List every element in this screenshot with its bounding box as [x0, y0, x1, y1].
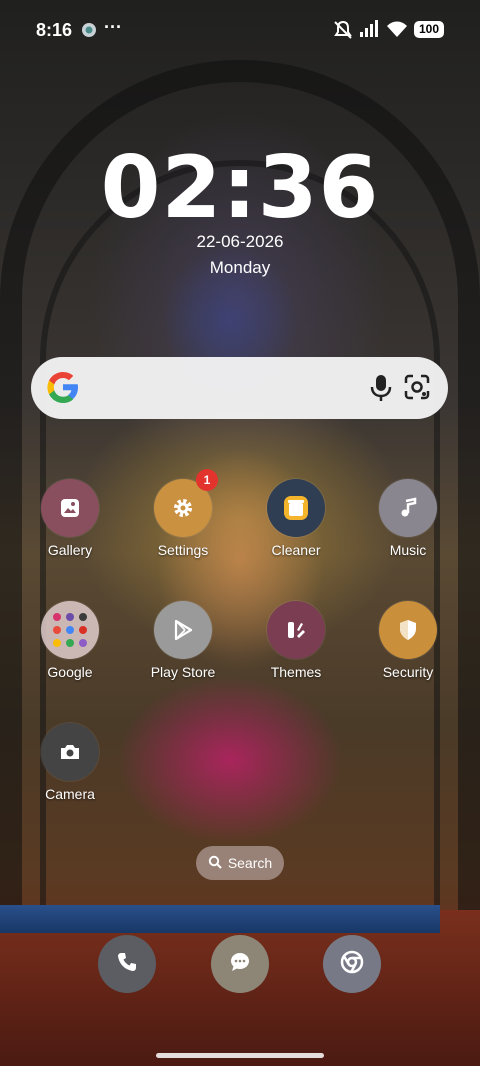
clock-day: Monday — [209, 258, 271, 277]
trash-icon — [267, 479, 325, 537]
app-label: Themes — [270, 664, 322, 680]
app-security[interactable]: Security — [352, 601, 464, 680]
app-search-pill[interactable]: Search — [196, 846, 284, 880]
battery-icon: 100 — [414, 21, 444, 38]
status-time: 8:16 — [36, 20, 73, 40]
status-bar: 8:16 ··· 100 — [0, 0, 480, 60]
app-label: Gallery — [47, 542, 93, 558]
app-label: Google — [47, 664, 93, 680]
app-label: Cleaner — [271, 542, 321, 558]
app-label: Camera — [45, 786, 95, 802]
dock-phone[interactable] — [98, 935, 156, 993]
app-label: Play Store — [150, 664, 216, 680]
wallpaper-stage-edge — [0, 905, 440, 933]
signal-icon — [358, 20, 380, 43]
wifi-icon — [386, 20, 408, 43]
app-play-store[interactable]: Play Store — [127, 601, 239, 680]
search-icon — [208, 855, 222, 872]
clock-date: 22-06-2026 — [196, 232, 284, 251]
camera-icon — [41, 723, 99, 781]
silent-icon — [332, 20, 354, 45]
app-gallery[interactable]: Gallery — [14, 479, 126, 558]
gesture-bar[interactable] — [156, 1053, 324, 1058]
app-music[interactable]: Music — [352, 479, 464, 558]
app-google-folder[interactable]: Google — [14, 601, 126, 680]
app-label: Settings — [157, 542, 209, 558]
shield-icon — [379, 601, 437, 659]
app-label: Music — [389, 542, 427, 558]
app-camera[interactable]: Camera — [14, 723, 126, 802]
app-settings[interactable]: 1 Settings — [127, 469, 239, 558]
play-store-icon — [154, 601, 212, 659]
lens-icon[interactable] — [403, 373, 431, 406]
app-cleaner[interactable]: Cleaner — [240, 479, 352, 558]
dock-chrome[interactable] — [323, 935, 381, 993]
themes-icon — [267, 601, 325, 659]
phone-icon — [116, 951, 138, 978]
app-themes[interactable]: Themes — [240, 601, 352, 680]
notification-badge: 1 — [196, 469, 218, 491]
app-notification-icon — [80, 21, 98, 44]
google-search-bar[interactable] — [31, 357, 448, 419]
gallery-icon — [41, 479, 99, 537]
folder-icon — [41, 601, 99, 659]
search-pill-label: Search — [227, 855, 273, 871]
google-logo — [45, 369, 81, 410]
more-notifications-indicator: ··· — [104, 17, 122, 37]
chrome-icon — [340, 950, 364, 979]
music-note-icon — [379, 479, 437, 537]
clock-time[interactable]: 02:36 — [0, 138, 480, 238]
dock-messages[interactable] — [211, 935, 269, 993]
gear-icon: 1 — [154, 469, 218, 537]
app-label: Security — [382, 664, 434, 680]
message-icon — [229, 951, 251, 978]
mic-icon[interactable] — [369, 373, 393, 408]
